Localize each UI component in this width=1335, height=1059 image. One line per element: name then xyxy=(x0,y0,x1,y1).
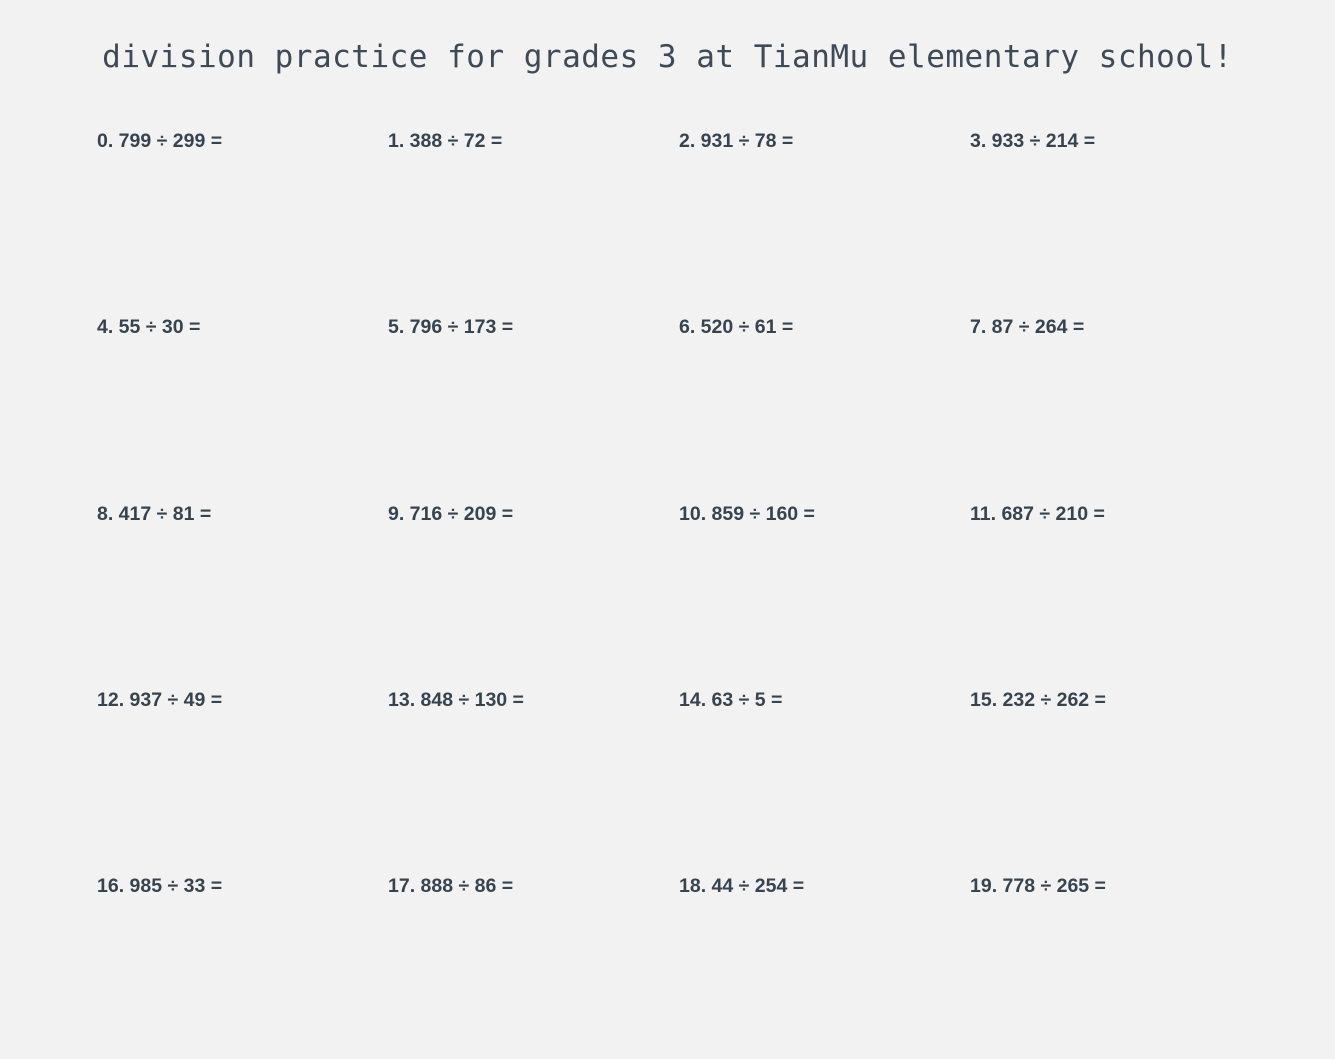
problem-14: 14. 63 ÷ 5 = xyxy=(679,688,783,711)
problem-0: 0. 799 ÷ 299 = xyxy=(97,130,223,152)
problem-2: 2. 931 ÷ 78 = xyxy=(679,130,794,152)
worksheet-page: division practice for grades 3 at TianMu… xyxy=(0,0,1335,1052)
problem-4: 4. 55 ÷ 30 = xyxy=(97,316,201,339)
page-title: division practice for grades 3 at TianMu… xyxy=(102,39,1233,75)
problem-5: 5. 796 ÷ 173 = xyxy=(388,316,514,339)
problem-3: 3. 933 ÷ 214 = xyxy=(970,130,1096,152)
problem-8: 8. 417 ÷ 81 = xyxy=(97,502,212,525)
problem-10: 10. 859 ÷ 160 = xyxy=(679,502,815,525)
problem-13: 13. 848 ÷ 130 = xyxy=(388,688,524,711)
problem-18: 18. 44 ÷ 254 = xyxy=(679,875,805,898)
problem-12: 12. 937 ÷ 49 = xyxy=(97,688,223,711)
problem-11: 11. 687 ÷ 210 = xyxy=(970,502,1105,525)
problem-6: 6. 520 ÷ 61 = xyxy=(679,316,794,339)
problem-9: 9. 716 ÷ 209 = xyxy=(388,502,514,525)
problem-15: 15. 232 ÷ 262 = xyxy=(970,688,1106,711)
problem-grid: 0. 799 ÷ 299 = 1. 388 ÷ 72 = 2. 931 ÷ 78… xyxy=(97,128,1277,1059)
problem-16: 16. 985 ÷ 33 = xyxy=(97,875,223,898)
problem-17: 17. 888 ÷ 86 = xyxy=(388,875,514,898)
problem-1: 1. 388 ÷ 72 = xyxy=(388,130,503,152)
problem-19: 19. 778 ÷ 265 = xyxy=(970,875,1106,898)
problem-7: 7. 87 ÷ 264 = xyxy=(970,316,1085,339)
